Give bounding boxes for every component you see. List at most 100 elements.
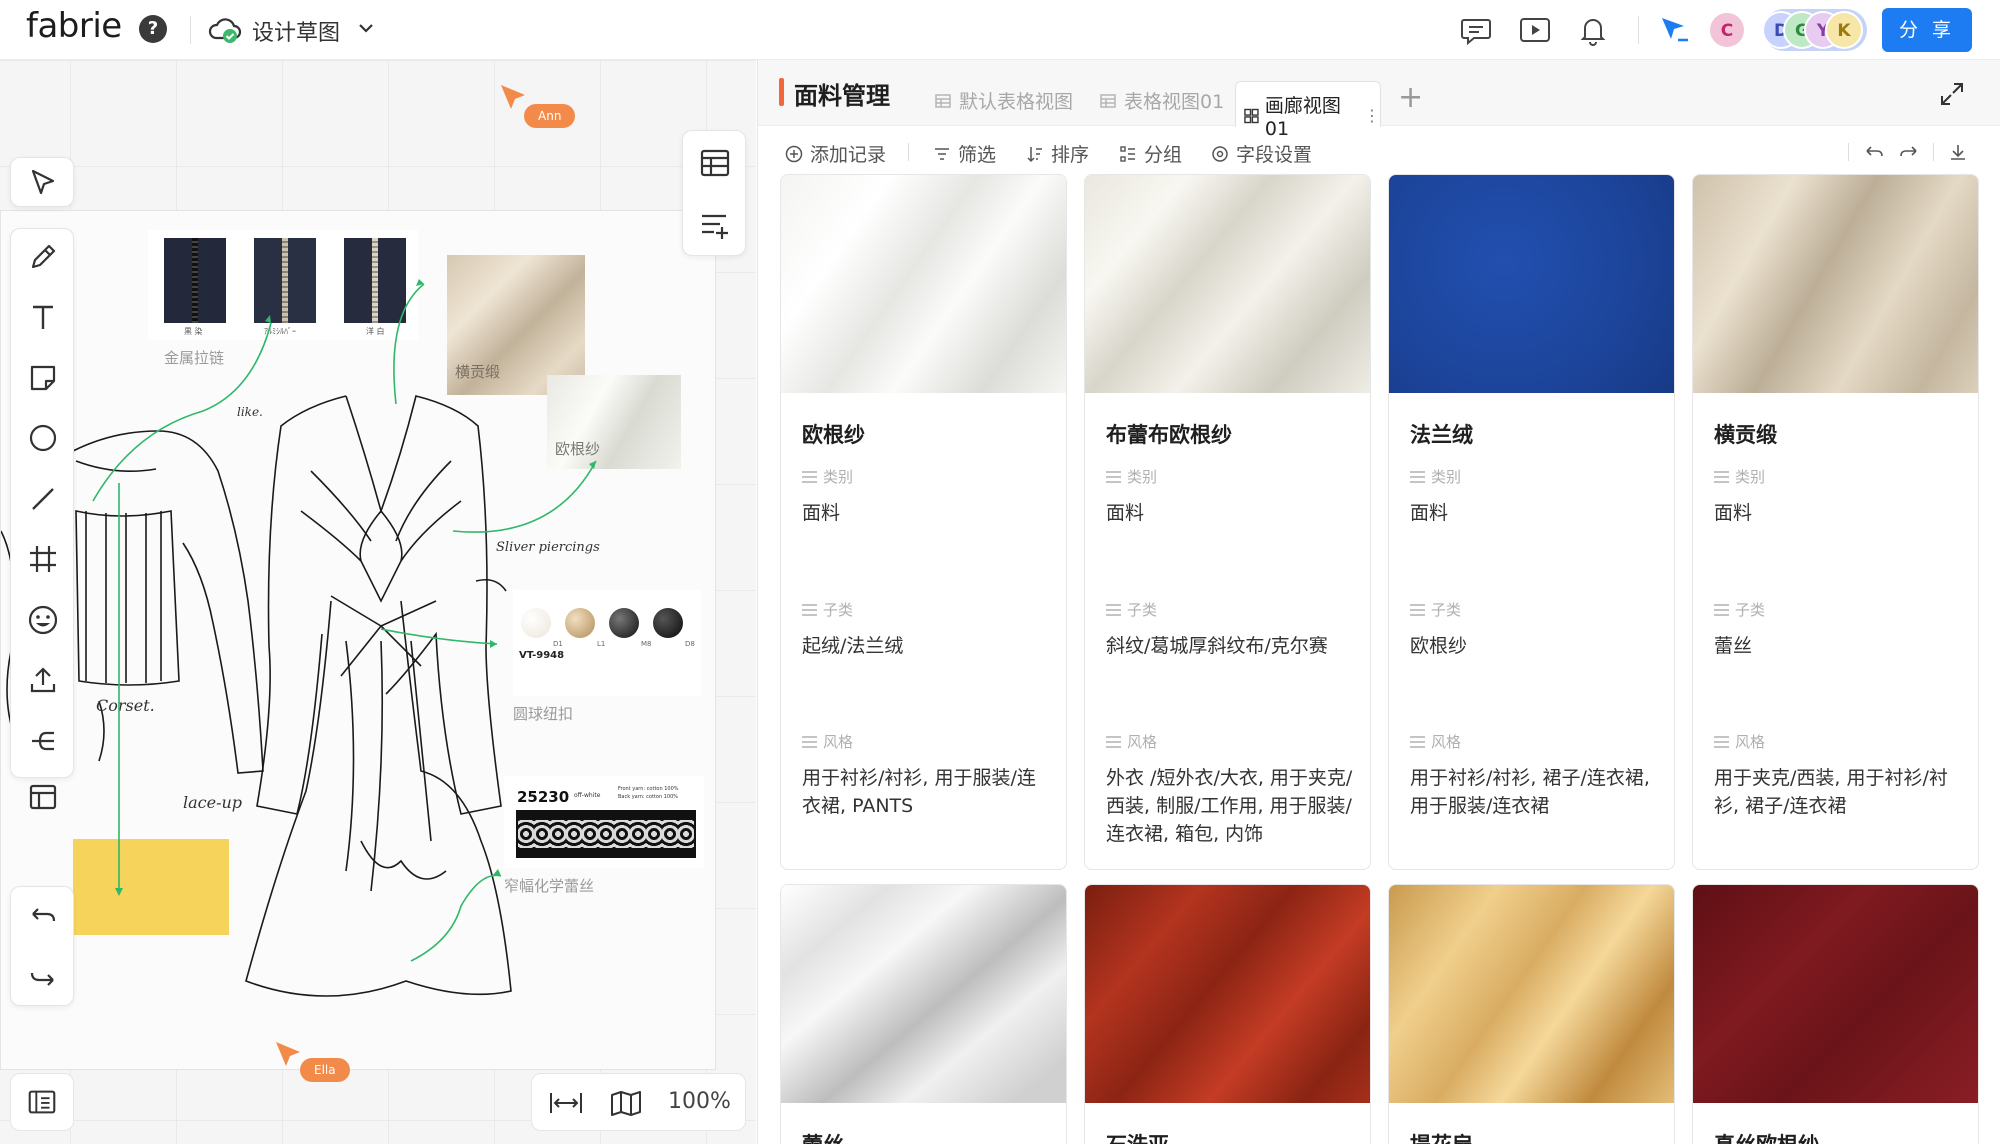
redo-tool[interactable] xyxy=(11,949,75,1005)
line-icon xyxy=(32,488,54,510)
pen-tool[interactable] xyxy=(11,229,75,285)
select-tool[interactable] xyxy=(11,155,75,211)
text-field-icon xyxy=(1410,603,1425,616)
undo-icon xyxy=(32,908,56,922)
card-title: 横贡缎 xyxy=(1714,423,1777,447)
frame-tool[interactable] xyxy=(11,531,75,587)
collaborator-cursor-tag: Ann xyxy=(524,104,576,128)
fit-width-icon[interactable] xyxy=(548,1087,584,1119)
avatar[interactable]: C xyxy=(1708,11,1746,49)
whiteboard-canvas[interactable]: 黒 染 ｱﾙﾐｼﾙﾊﾞｰ 洋 白 金属拉链 横贡缎 欧根纱 D1 L1 M8 D… xyxy=(0,60,756,1144)
sticky-note-icon xyxy=(30,365,56,391)
document-title[interactable]: 设计草图 xyxy=(252,15,340,47)
chevron-down-icon[interactable] xyxy=(356,18,376,38)
filter-button[interactable]: 筛选 xyxy=(933,140,996,167)
frame-icon xyxy=(30,546,56,572)
sidebar-toggle-button[interactable] xyxy=(10,1073,74,1131)
sort-button[interactable]: 排序 xyxy=(1026,140,1089,167)
table-icon xyxy=(935,93,951,108)
follow-cursor-icon[interactable] xyxy=(1656,12,1692,48)
sticker-tool[interactable] xyxy=(11,592,75,648)
divider xyxy=(190,16,191,44)
upload-icon xyxy=(30,667,56,693)
mindmap-tool[interactable] xyxy=(11,713,75,769)
action-label: 添加记录 xyxy=(810,144,887,166)
card-image xyxy=(1085,885,1370,1103)
field-value-style: 用于衬衫/衬衫, 用于服装/连衣裙, PANTS xyxy=(802,767,1036,817)
card-image xyxy=(1085,175,1370,393)
text-tool[interactable] xyxy=(11,289,75,345)
help-icon[interactable]: ? xyxy=(139,15,167,43)
sketch-note: Sliver piercings xyxy=(496,540,600,555)
table-tool-panel xyxy=(682,130,746,256)
field-label-subcategory: 子类 xyxy=(1714,599,1765,620)
gallery-card[interactable]: 欧根纱 类别 面料 子类 起绒/法兰绒 风格 用于衬衫/衬衫, 用于服装/连衣裙… xyxy=(780,174,1067,870)
field-value-category: 面料 xyxy=(1410,502,1449,524)
tab-default-table[interactable]: 默认表格视图 xyxy=(935,87,1073,114)
card-title: 布蕾布欧根纱 xyxy=(1106,423,1232,447)
emoji-icon xyxy=(28,605,58,635)
text-field-icon xyxy=(1106,735,1121,748)
table-icon[interactable] xyxy=(697,145,733,181)
text-field-icon xyxy=(1714,470,1729,483)
gear-icon xyxy=(1212,145,1228,162)
sticky-note-tool[interactable] xyxy=(11,350,75,406)
dress-sketch[interactable]: Corset. lace-up Sliver piercings like. xyxy=(1,211,717,1071)
gallery-card[interactable]: 横贡缎 类别 面料 子类 蕾丝 风格 用于夹克/西装, 用于衬衫/衬衫, 裙子/… xyxy=(1692,174,1979,870)
gallery-card[interactable]: 石洗亚 xyxy=(1084,884,1371,1144)
tab-table-view[interactable]: 表格视图01 xyxy=(1100,87,1224,114)
card-title: 真丝欧根纱 xyxy=(1714,1129,1819,1144)
gallery-card[interactable]: 法兰绒 类别 面料 子类 欧根纱 风格 用于衬衫/衬衫, 裙子/连衣裙, 用于服… xyxy=(1388,174,1675,870)
cloud-sync-icon xyxy=(208,18,242,43)
group-button[interactable]: 分组 xyxy=(1119,140,1182,167)
field-value-category: 面料 xyxy=(1714,502,1753,524)
share-button[interactable]: 分 享 xyxy=(1882,8,1972,52)
top-bar: fabrie ? 设计草图 C D G Y K 分 享 xyxy=(0,0,2000,60)
action-label: 字段设置 xyxy=(1236,144,1313,166)
tab-gallery-view[interactable]: 画廊视图01 ⋮ xyxy=(1235,81,1381,140)
expand-icon[interactable] xyxy=(1938,80,1966,108)
divider xyxy=(1848,143,1849,161)
redo-icon[interactable] xyxy=(1898,142,1920,162)
add-view-button[interactable]: + xyxy=(1398,80,1423,115)
text-field-icon xyxy=(802,470,817,483)
bell-icon[interactable] xyxy=(1575,12,1611,48)
template-tool[interactable] xyxy=(11,769,75,825)
card-image xyxy=(1389,175,1674,393)
gallery-card[interactable]: 蕾丝 xyxy=(780,884,1067,1144)
gallery-card[interactable]: 真丝欧根纱 xyxy=(1692,884,1979,1144)
shape-tool[interactable] xyxy=(11,410,75,466)
present-icon[interactable] xyxy=(1517,12,1553,48)
more-icon[interactable]: ⋮ xyxy=(1364,106,1380,125)
upload-tool[interactable] xyxy=(11,652,75,708)
tab-label: 表格视图01 xyxy=(1124,91,1225,113)
app-logo[interactable]: fabrie xyxy=(26,6,122,46)
field-settings-button[interactable]: 字段设置 xyxy=(1211,140,1312,167)
collaborator-cursor-icon xyxy=(276,1042,300,1066)
undo-icon[interactable] xyxy=(1863,142,1885,162)
minimap-icon[interactable] xyxy=(608,1087,644,1119)
add-record-button[interactable]: 添加记录 xyxy=(785,140,886,167)
comment-icon[interactable] xyxy=(1458,12,1494,48)
text-field-icon xyxy=(1714,735,1729,748)
design-board[interactable]: 黒 染 ｱﾙﾐｼﾙﾊﾞｰ 洋 白 金属拉链 横贡缎 欧根纱 D1 L1 M8 D… xyxy=(0,210,716,1070)
sketch-note: Corset. xyxy=(96,696,155,715)
card-title: 法兰绒 xyxy=(1410,423,1473,447)
zoom-level[interactable]: 100% xyxy=(668,1089,731,1114)
undo-tool[interactable] xyxy=(11,889,75,945)
text-field-icon xyxy=(1410,735,1425,748)
field-value-subcategory: 欧根纱 xyxy=(1410,635,1468,657)
drawing-toolbar xyxy=(10,228,75,810)
text-icon xyxy=(33,305,53,329)
field-value-subcategory: 起绒/法兰绒 xyxy=(802,635,904,657)
download-icon[interactable] xyxy=(1948,142,1968,162)
field-label-style: 风格 xyxy=(802,731,853,752)
add-list-icon[interactable] xyxy=(697,207,733,243)
gallery-card[interactable]: 提花扇 xyxy=(1388,884,1675,1144)
field-label-category: 类别 xyxy=(802,466,853,487)
gallery-card[interactable]: 布蕾布欧根纱 类别 面料 子类 斜纹/葛城厚斜纹布/克尔赛 风格 外衣 /短外衣… xyxy=(1084,174,1371,870)
card-image xyxy=(1389,885,1674,1103)
line-tool[interactable] xyxy=(11,471,75,527)
avatar[interactable]: K xyxy=(1825,11,1863,49)
action-label: 排序 xyxy=(1051,144,1090,166)
